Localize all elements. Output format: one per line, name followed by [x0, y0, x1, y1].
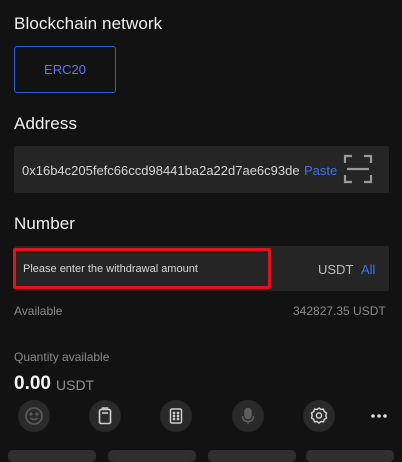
all-amount-button[interactable]: All — [361, 262, 375, 277]
number-section-title: Number — [14, 214, 76, 233]
emoji-icon[interactable] — [18, 400, 50, 432]
keyboard-key[interactable] — [108, 450, 196, 462]
microphone-icon[interactable] — [232, 400, 264, 432]
network-option-erc20[interactable]: ERC20 — [14, 46, 116, 93]
network-section-title: Blockchain network — [14, 14, 163, 33]
quantity-available-unit: USDT — [56, 377, 95, 393]
settings-icon[interactable] — [303, 400, 335, 432]
quantity-available-label: Quantity available — [14, 350, 110, 364]
available-label: Available — [14, 304, 63, 318]
quantity-available-value: 0.00 — [14, 373, 51, 394]
keypad-icon[interactable] — [160, 400, 192, 432]
available-balance: 342827.35 USDT — [293, 304, 386, 318]
paste-button[interactable]: Paste — [300, 163, 338, 178]
keyboard-key[interactable] — [8, 450, 96, 462]
amount-unit-label: USDT — [318, 262, 354, 277]
scan-qr-icon[interactable] — [343, 154, 373, 184]
withdrawal-amount-input[interactable] — [13, 248, 271, 289]
address-section-title: Address — [14, 114, 78, 133]
keyboard-key[interactable] — [208, 450, 296, 462]
more-icon[interactable] — [367, 400, 391, 432]
keyboard-key[interactable] — [306, 450, 394, 462]
address-value[interactable]: 0x16b4c205fefc66ccd98441ba2a22d7ae6c93de — [22, 163, 320, 178]
keyboard-toolbar — [0, 397, 402, 457]
clipboard-icon[interactable] — [89, 400, 121, 432]
